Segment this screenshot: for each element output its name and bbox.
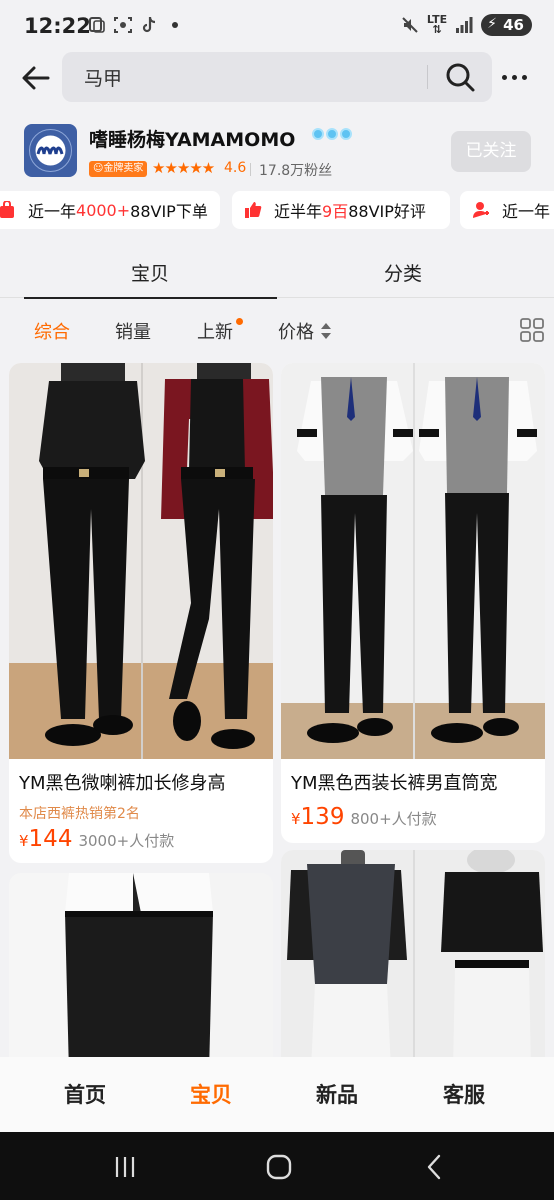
shop-highlights: 近一年 4000+ 88VIP下单 近半年 9百 88VIP好评 近一年 xyxy=(0,191,554,229)
shop-level-diamonds xyxy=(312,128,352,140)
status-bar: 12:22 LTE ⇅ ⚡ 46 xyxy=(0,0,554,52)
signal-icon xyxy=(456,17,473,33)
product-card[interactable] xyxy=(9,873,273,1073)
search-divider xyxy=(427,65,428,89)
gold-seller-badge: ☺金牌卖家 xyxy=(89,161,148,177)
product-image[interactable] xyxy=(9,363,273,759)
status-time: 12:22 xyxy=(24,14,91,38)
more-dots-icon[interactable] xyxy=(502,65,532,89)
thumbs-up-icon xyxy=(245,202,262,218)
sort-price[interactable]: 价格 xyxy=(278,318,314,344)
sort-new[interactable]: 上新 xyxy=(197,318,233,344)
network-type: LTE ⇅ xyxy=(426,13,448,36)
tiktok-icon xyxy=(142,16,156,33)
search-header: 马甲 xyxy=(0,52,554,107)
product-rank[interactable]: 本店西裤热销第2名 xyxy=(19,803,140,823)
tab-products[interactable]: 宝贝 xyxy=(131,259,169,286)
shop-logo[interactable] xyxy=(24,124,77,177)
diamond-icon xyxy=(340,128,352,140)
divider xyxy=(250,163,251,176)
user-icon xyxy=(473,202,489,218)
product-title[interactable]: YM黑色西装长裤男直筒宽 xyxy=(291,769,539,795)
charging-icon: ⚡ xyxy=(487,16,497,32)
arrow-left-icon[interactable] xyxy=(18,60,54,96)
recent-apps-icon[interactable] xyxy=(112,1154,138,1180)
nav-customer-service[interactable]: 客服 xyxy=(443,1079,485,1109)
scan-icon xyxy=(114,17,132,33)
product-image[interactable] xyxy=(9,873,273,1073)
active-tab-indicator xyxy=(24,297,277,299)
nav-products[interactable]: 宝贝 xyxy=(190,1079,232,1109)
sort-bar: 综合 销量 上新 价格 xyxy=(0,305,554,355)
more-notifications-dot xyxy=(172,22,178,28)
tab-categories[interactable]: 分类 xyxy=(384,259,422,286)
star-rating-icon: ★★★★★ xyxy=(152,159,215,177)
search-input[interactable]: 马甲 xyxy=(62,52,492,102)
shop-logo-mark xyxy=(29,129,72,172)
highlight-reviews[interactable]: 近半年 9百 88VIP好评 xyxy=(232,191,450,229)
product-price: ¥144 3000+人付款 xyxy=(19,826,175,852)
sort-sales[interactable]: 销量 xyxy=(115,318,151,344)
magnifier-icon[interactable] xyxy=(444,61,476,93)
product-image[interactable] xyxy=(281,850,545,1070)
mute-icon xyxy=(402,17,418,33)
shop-fans: 17.8万粉丝 xyxy=(259,163,333,179)
battery-indicator: ⚡ 46 xyxy=(481,14,532,36)
follow-button[interactable]: 已关注 xyxy=(451,131,531,172)
new-indicator-dot xyxy=(236,318,243,325)
shop-tabs: 宝贝 分类 xyxy=(0,245,554,300)
grid-view-icon[interactable] xyxy=(520,318,544,342)
product-card[interactable]: YM黑色微喇裤加长修身高 本店西裤热销第2名 ¥144 3000+人付款 xyxy=(9,363,273,863)
notification-icons xyxy=(88,16,178,34)
diamond-icon xyxy=(312,128,324,140)
home-icon[interactable] xyxy=(266,1154,292,1180)
product-title[interactable]: YM黑色微喇裤加长修身高 xyxy=(19,769,267,795)
sort-comprehensive[interactable]: 综合 xyxy=(34,318,70,344)
bag-icon xyxy=(0,201,14,218)
system-nav-bar xyxy=(0,1132,554,1200)
product-price: ¥139 800+人付款 xyxy=(291,804,437,830)
copy-icon xyxy=(89,17,105,33)
shop-name[interactable]: 嗜睡杨梅YAMAMOMO xyxy=(89,125,295,152)
shop-bottom-nav: 首页 宝贝 新品 客服 xyxy=(0,1057,554,1132)
highlight-members[interactable]: 近一年 xyxy=(460,191,554,229)
shop-rating: 4.6 xyxy=(224,160,247,176)
back-icon[interactable] xyxy=(422,1154,448,1180)
highlight-orders[interactable]: 近一年 4000+ 88VIP下单 xyxy=(0,191,220,229)
nav-home[interactable]: 首页 xyxy=(64,1079,106,1109)
diamond-icon xyxy=(326,128,338,140)
sort-arrows-icon xyxy=(321,323,331,339)
product-image[interactable] xyxy=(281,363,545,759)
product-card[interactable] xyxy=(281,850,545,1070)
status-right: LTE ⇅ ⚡ 46 xyxy=(401,14,532,36)
search-query[interactable]: 马甲 xyxy=(84,64,122,91)
nav-new-arrivals[interactable]: 新品 xyxy=(316,1079,358,1109)
product-card[interactable]: YM黑色西装长裤男直筒宽 ¥139 800+人付款 xyxy=(281,363,545,843)
